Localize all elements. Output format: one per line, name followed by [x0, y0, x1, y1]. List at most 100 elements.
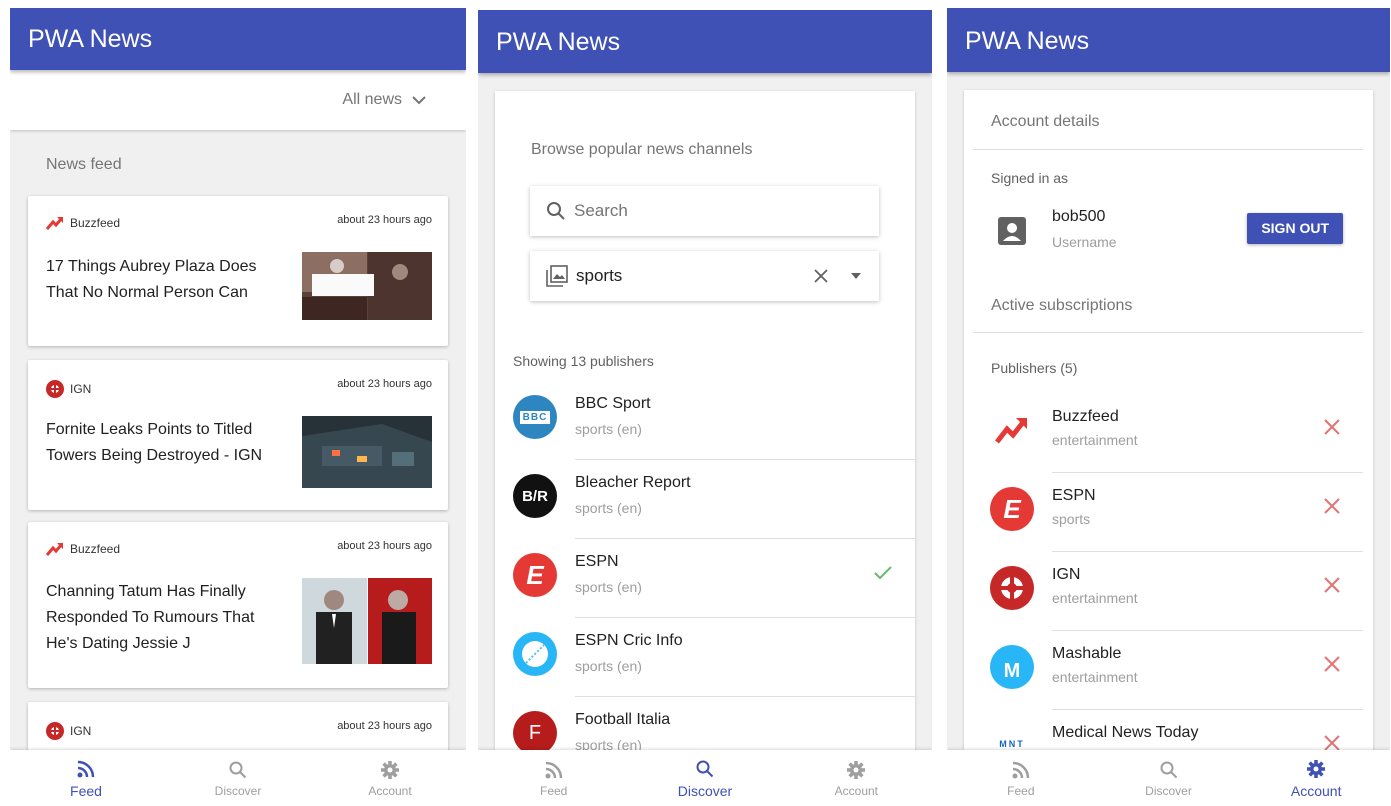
username-label: Username — [1052, 234, 1117, 250]
category-select[interactable]: sports — [530, 251, 879, 301]
clear-icon[interactable] — [813, 268, 829, 284]
subscription-row[interactable]: E ESPN sports — [964, 473, 1373, 552]
news-card[interactable]: Buzzfeed about 23 hours ago Channing Tat… — [28, 522, 448, 688]
remove-icon[interactable] — [1323, 655, 1341, 673]
bottom-navigation: Feed Discover Account — [947, 750, 1390, 806]
publisher-name: Bleacher Report — [575, 474, 691, 491]
buzzfeed-logo-icon — [46, 217, 64, 230]
gear-icon — [381, 760, 399, 779]
subscription-name: IGN — [1052, 566, 1081, 583]
subscription-name: Buzzfeed — [1052, 408, 1119, 425]
publisher-category: sports (en) — [575, 737, 642, 750]
news-thumbnail[interactable] — [302, 578, 432, 664]
account-box-icon — [998, 217, 1026, 245]
nav-account[interactable]: Account — [314, 750, 466, 806]
publisher-name: BBC Sport — [575, 395, 651, 412]
dropdown-arrow-icon[interactable] — [851, 273, 861, 279]
nav-feed[interactable]: Feed — [947, 750, 1095, 806]
publisher-name: Football Italia — [575, 711, 671, 728]
bleacher-report-logo-icon: B/R — [513, 474, 557, 518]
ign-logo-icon — [46, 380, 64, 398]
search-icon — [696, 760, 714, 777]
publisher-count: Showing 13 publishers — [513, 353, 654, 369]
bottom-navigation: Feed Discover Account — [478, 750, 932, 806]
publishers-count: Publishers (5) — [991, 360, 1078, 376]
publisher-row[interactable]: ESPN Cric Info sports (en) — [495, 618, 915, 697]
subscription-name: ESPN — [1052, 487, 1096, 504]
filter-bar: All news — [10, 70, 466, 130]
remove-icon[interactable] — [1323, 497, 1341, 515]
nav-discover[interactable]: Discover — [162, 750, 314, 806]
account-card: Account details Signed in as bob500 User… — [964, 90, 1373, 750]
nav-account[interactable]: Account — [1242, 750, 1390, 806]
news-title[interactable]: Channing Tatum Has Finally Responded To … — [46, 579, 286, 657]
filter-dropdown-label[interactable]: All news — [342, 91, 402, 109]
nav-account[interactable]: Account — [781, 750, 932, 806]
image-icon — [546, 265, 568, 287]
nav-feed-label: Feed — [1007, 783, 1035, 798]
espn-logo-icon: E — [513, 553, 557, 597]
publisher-name: ESPN Cric Info — [575, 632, 683, 649]
search-icon — [1160, 761, 1177, 778]
search-icon — [547, 202, 565, 220]
app-title: PWA News — [478, 10, 932, 73]
subscription-category: entertainment — [1052, 432, 1138, 448]
account-details-heading: Account details — [991, 113, 1100, 130]
publisher-category: sports (en) — [575, 421, 642, 437]
news-thumbnail[interactable] — [302, 416, 432, 488]
search-icon — [229, 761, 247, 778]
sign-out-button[interactable]: SIGN OUT — [1247, 213, 1343, 244]
news-time: about 23 hours ago — [337, 378, 432, 390]
publisher-row[interactable]: E ESPN sports (en) — [495, 539, 915, 618]
subscription-row[interactable]: IGN entertainment — [964, 552, 1373, 631]
subscription-row[interactable]: M Mashable entertainment — [964, 631, 1373, 710]
espn-logo-icon: E — [990, 487, 1034, 531]
nav-discover[interactable]: Discover — [1095, 750, 1243, 806]
remove-icon[interactable] — [1323, 734, 1341, 750]
medical-news-today-logo-icon: MNT — [999, 739, 1025, 749]
check-icon[interactable] — [873, 565, 893, 581]
remove-icon[interactable] — [1323, 418, 1341, 436]
news-card[interactable]: Buzzfeed about 23 hours ago 17 Things Au… — [28, 196, 448, 346]
nav-discover-label: Discover — [677, 782, 733, 799]
subscription-row[interactable]: Buzzfeed entertainment — [964, 394, 1373, 473]
subscription-category: sports — [1052, 511, 1091, 527]
bbc-sport-logo-icon: BBC — [513, 395, 557, 439]
chevron-down-icon[interactable] — [412, 95, 426, 105]
nav-feed-label: Feed — [539, 783, 568, 798]
news-title[interactable]: Fornite Leaks Points to Titled Towers Be… — [46, 417, 286, 469]
rss-icon — [77, 760, 95, 777]
subscription-row[interactable]: MNT Medical News Today — [964, 710, 1373, 750]
publisher-row[interactable]: F Football Italia sports (en) — [495, 697, 915, 750]
news-time: about 23 hours ago — [337, 540, 432, 552]
nav-discover-label: Discover — [214, 783, 262, 798]
source-name: IGN — [70, 724, 92, 738]
publisher-row[interactable]: BBC BBC Sport sports (en) — [495, 381, 915, 460]
search-input[interactable]: Search — [530, 186, 879, 236]
section-label: News feed — [46, 156, 122, 173]
news-time: about 23 hours ago — [337, 720, 432, 732]
nav-feed[interactable]: Feed — [10, 750, 162, 806]
news-source: Buzzfeed — [46, 542, 120, 556]
news-card[interactable]: IGN about 23 hours ago — [28, 702, 448, 750]
news-source: IGN — [46, 380, 91, 398]
signed-in-label: Signed in as — [991, 170, 1069, 186]
rss-icon — [1012, 761, 1030, 778]
browse-heading: Browse popular news channels — [531, 141, 753, 158]
mashable-logo-icon: M — [990, 645, 1034, 689]
espn-cricinfo-logo-icon — [513, 632, 557, 676]
publisher-name: ESPN — [575, 553, 619, 570]
news-thumbnail[interactable] — [302, 252, 432, 320]
feed-content: All news News feed Buzzfeed about 23 hou… — [10, 70, 466, 750]
publisher-row[interactable]: B/R Bleacher Report sports (en) — [495, 460, 915, 539]
app-title: PWA News — [947, 8, 1390, 72]
ign-logo-icon — [990, 566, 1034, 610]
news-card[interactable]: IGN about 23 hours ago Fornite Leaks Poi… — [28, 360, 448, 510]
publisher-category: sports (en) — [575, 500, 642, 516]
news-title[interactable]: 17 Things Aubrey Plaza Does That No Norm… — [46, 254, 286, 306]
nav-discover[interactable]: Discover — [629, 750, 780, 806]
remove-icon[interactable] — [1323, 576, 1341, 594]
nav-feed[interactable]: Feed — [478, 750, 629, 806]
active-subscriptions-heading: Active subscriptions — [991, 297, 1133, 314]
subscription-name: Mashable — [1052, 645, 1122, 662]
